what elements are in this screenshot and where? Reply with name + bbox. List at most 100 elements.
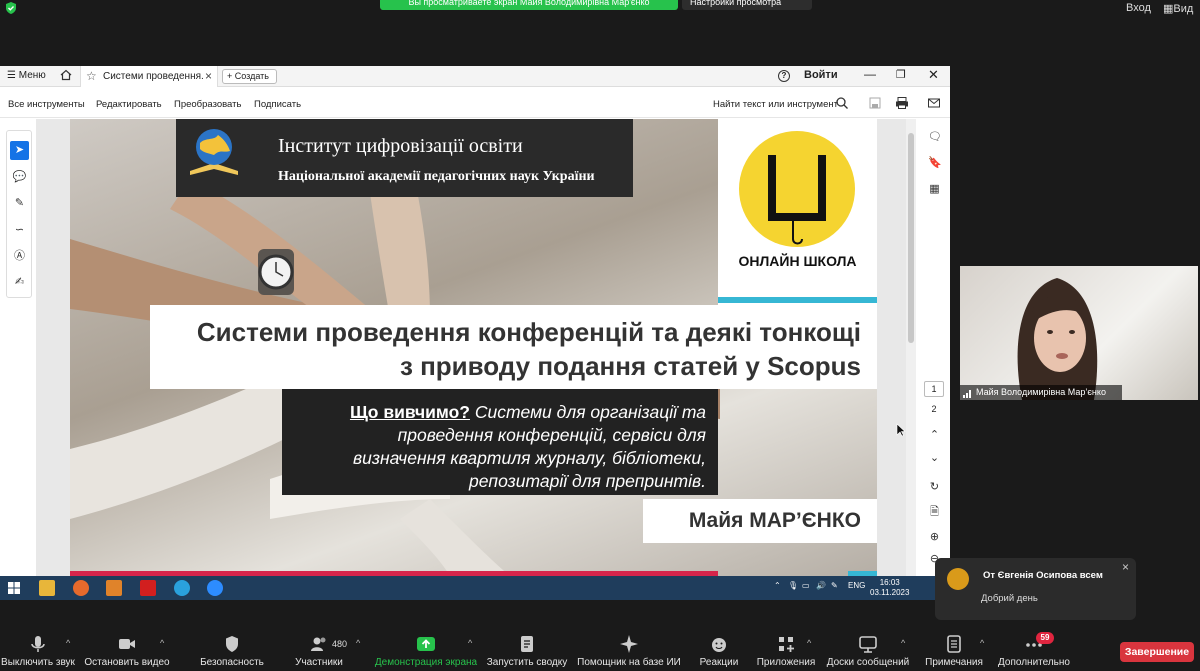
file-explorer-icon[interactable] (39, 580, 55, 596)
document-tab[interactable]: ☆ Системи проведення... × (80, 66, 218, 87)
network-tray-icon[interactable]: ▭ (802, 581, 810, 590)
view-settings-button[interactable]: Настройки просмотра (682, 0, 812, 10)
windows-start-icon[interactable] (6, 580, 22, 596)
share-caret[interactable]: ^ (468, 638, 472, 648)
pen-highlight-icon[interactable]: ✎ (10, 194, 29, 213)
zoom-taskbar-icon[interactable] (207, 580, 223, 596)
login-button[interactable]: Войти (804, 69, 838, 81)
select-pointer-icon[interactable]: ➤ (10, 141, 29, 160)
microphone-icon (31, 636, 45, 652)
sublime-icon[interactable] (106, 580, 122, 596)
shield-icon[interactable] (4, 1, 18, 15)
tray-up-icon[interactable]: ⌃ (774, 581, 781, 590)
windows-taskbar: ⌃ 🎙 ▭ 🔊 ✎ ENG 16:03 03.11.2023 (0, 576, 950, 600)
menu-button[interactable]: ☰ Меню (7, 70, 46, 81)
taskbar-clock[interactable]: 16:03 03.11.2023 (870, 578, 909, 598)
thumbnails-panel-icon[interactable]: ▦ (928, 183, 941, 196)
whiteboards-button[interactable]: Доски сообщений (827, 628, 909, 668)
share-screen-button[interactable]: Демонстрация экрана (375, 628, 477, 668)
telegram-icon[interactable] (174, 580, 190, 596)
video-options-caret[interactable]: ^ (160, 638, 164, 648)
convert-menu[interactable]: Преобразовать (174, 99, 241, 110)
sign-menu[interactable]: Подписать (254, 99, 301, 110)
vertical-scrollbar[interactable] (906, 119, 916, 576)
start-summary-button[interactable]: Запустить сводку (487, 628, 567, 668)
apps-caret[interactable]: ^ (807, 638, 811, 648)
volume-tray-icon[interactable]: 🔊 (816, 581, 826, 590)
notes-button[interactable]: Примечания (925, 628, 983, 668)
notes-caret[interactable]: ^ (980, 638, 984, 648)
extract-page-icon[interactable]: 🗎 (928, 506, 941, 519)
print-icon[interactable] (895, 96, 909, 110)
view-grid-icon: ▦ (1163, 3, 1174, 15)
security-button[interactable]: Безопасность (200, 628, 264, 668)
email-icon[interactable] (927, 96, 941, 110)
scrollbar-thumb[interactable] (908, 133, 914, 343)
create-button[interactable]: + Создать (222, 69, 277, 84)
search-icon[interactable] (835, 96, 849, 110)
participants-caret[interactable]: ^ (356, 638, 360, 648)
apps-label: Приложения (756, 657, 816, 668)
study-question: Що вивчимо? (349, 402, 470, 422)
minimize-icon[interactable]: — (864, 67, 876, 81)
document-viewport[interactable]: Інститут цифровізації освіти Національно… (36, 119, 908, 576)
window-close-icon[interactable]: ✕ (928, 67, 939, 83)
close-tab-icon[interactable]: × (205, 69, 212, 83)
notes-label: Примечания (925, 657, 983, 668)
chat-close-icon[interactable]: × (1122, 560, 1129, 574)
participant-video-tile[interactable]: Майя Володимирівна Мар’єнко (960, 266, 1198, 400)
plus-icon: + (227, 71, 235, 81)
acrobat-taskbar-icon[interactable] (140, 580, 156, 596)
mute-button[interactable]: Выключить звук (1, 628, 75, 668)
start-summary-label: Запустить сводку (486, 657, 568, 668)
whiteboard-icon (859, 636, 877, 653)
firefox-icon[interactable] (73, 580, 89, 596)
audio-options-caret[interactable]: ^ (66, 638, 70, 648)
comments-panel-icon[interactable]: 🗨 (928, 131, 942, 144)
zoom-meeting-toolbar: Выключить звук ^ Остановить видео ^ Безо… (0, 628, 1200, 671)
text-box-icon[interactable]: Ⓐ (10, 247, 29, 266)
draw-freeform-icon[interactable]: ∽ (10, 221, 29, 240)
study-text-line-1: Системи для організації та (469, 402, 706, 422)
save-icon[interactable] (868, 96, 882, 110)
institute-subtitle: Національної академії педагогічних наук … (278, 169, 595, 184)
mic-tray-icon[interactable]: 🎙 (788, 581, 798, 590)
study-text-line-3: визначення квартиля журналу, бібліотеки, (352, 448, 706, 468)
zoom-top-bar: Вы просматриваете экран Майя Володимирів… (0, 0, 1200, 18)
home-icon[interactable] (60, 69, 72, 81)
find-text-label[interactable]: Найти текст или инструмент (713, 99, 838, 110)
help-icon[interactable]: ? (778, 70, 790, 82)
rotate-icon[interactable]: ↻ (928, 481, 941, 494)
enter-button[interactable]: Вход (1126, 2, 1151, 14)
bookmarks-panel-icon[interactable]: 🔖 (928, 157, 942, 170)
page-1-button[interactable]: 1 (924, 381, 944, 397)
page-up-icon[interactable]: ⌃ (928, 429, 941, 442)
study-text-line-2: проведення конференцій, сервіси для (397, 425, 706, 445)
page-down-icon[interactable]: ⌄ (928, 452, 941, 465)
chat-notification[interactable]: От Євгенія Осипова всем Добрий день × (935, 558, 1136, 620)
signal-strength-icon (963, 390, 971, 398)
end-meeting-button[interactable]: Завершение (1120, 642, 1194, 662)
study-text-line-4: репозитарії для препринтів. (468, 471, 706, 491)
star-icon[interactable]: ☆ (86, 69, 97, 83)
pen-tray-icon[interactable]: ✎ (831, 581, 838, 590)
add-comment-icon[interactable]: 💬 (10, 168, 29, 187)
view-button[interactable]: ▦Вид (1163, 2, 1193, 15)
all-tools-menu[interactable]: Все инструменты (8, 99, 85, 110)
reactions-button[interactable]: Реакции (699, 628, 739, 668)
share-screen-icon (417, 637, 435, 651)
whiteboards-caret[interactable]: ^ (901, 638, 905, 648)
participant-name-label: Майя Володимирівна Мар’єнко (960, 385, 1122, 400)
fill-sign-icon[interactable]: ✍ (10, 273, 29, 292)
ai-assistant-button[interactable]: Помощник на базе ИИ (577, 628, 681, 668)
apps-button[interactable]: Приложения (757, 628, 815, 668)
stop-video-button[interactable]: Остановить видео (84, 628, 170, 668)
restore-icon[interactable]: ❐ (896, 68, 906, 81)
language-indicator[interactable]: ENG (848, 581, 865, 590)
more-label: Дополнительно (998, 657, 1070, 668)
sparkle-icon (620, 635, 638, 653)
zoom-in-icon[interactable]: ⊕ (928, 531, 941, 544)
right-side-panel: 🗨 🔖 ▦ 1 2 ⌃ ⌄ ↻ 🗎 ⊕ ⊖ (918, 119, 950, 576)
edit-menu[interactable]: Редактировать (96, 99, 162, 110)
page-2-button[interactable]: 2 (924, 402, 944, 418)
